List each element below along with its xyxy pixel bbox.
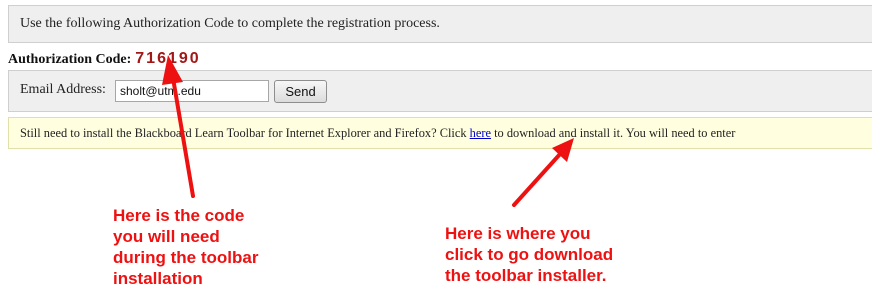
download-annotation: Here is where you click to go download t… [445, 223, 613, 286]
authorization-code-label: Authorization Code: [8, 52, 132, 67]
download-annotation-line: Here is where you [445, 224, 591, 243]
instruction-text: Use the following Authorization Code to … [20, 16, 440, 31]
download-annotation-line: click to go download [445, 245, 614, 264]
authorization-code-line: Authorization Code: 716190 [8, 50, 201, 69]
instruction-bar: Use the following Authorization Code to … [8, 5, 872, 43]
notice-text-before-link: Still need to install the Blackboard Lea… [20, 126, 470, 140]
download-annotation-line: the toolbar installer. [445, 266, 607, 285]
toolbar-install-notice: Still need to install the Blackboard Lea… [8, 117, 872, 149]
download-here-link[interactable]: here [470, 126, 491, 140]
code-annotation-line: Here is the code [113, 206, 245, 225]
right-arrow-shaft [512, 151, 563, 207]
authorization-code-value: 716190 [135, 50, 201, 67]
email-address-input[interactable]: sholt@utm.edu [115, 80, 269, 102]
code-annotation: Here is the code you will need during th… [113, 205, 258, 289]
notice-text-after-link: to download and install it. You will nee… [490, 126, 736, 140]
code-annotation-line: installation [113, 269, 203, 288]
send-button[interactable]: Send [274, 80, 327, 103]
email-bar: Email Address: sholt@utm.edu Send [8, 70, 872, 112]
registration-page: Use the following Authorization Code to … [0, 0, 872, 305]
code-annotation-line: during the toolbar [113, 248, 259, 267]
toolbar-install-notice-text: Still need to install the Blackboard Lea… [20, 126, 735, 141]
code-annotation-line: you will need [113, 227, 220, 246]
email-address-label: Email Address: [20, 82, 106, 97]
